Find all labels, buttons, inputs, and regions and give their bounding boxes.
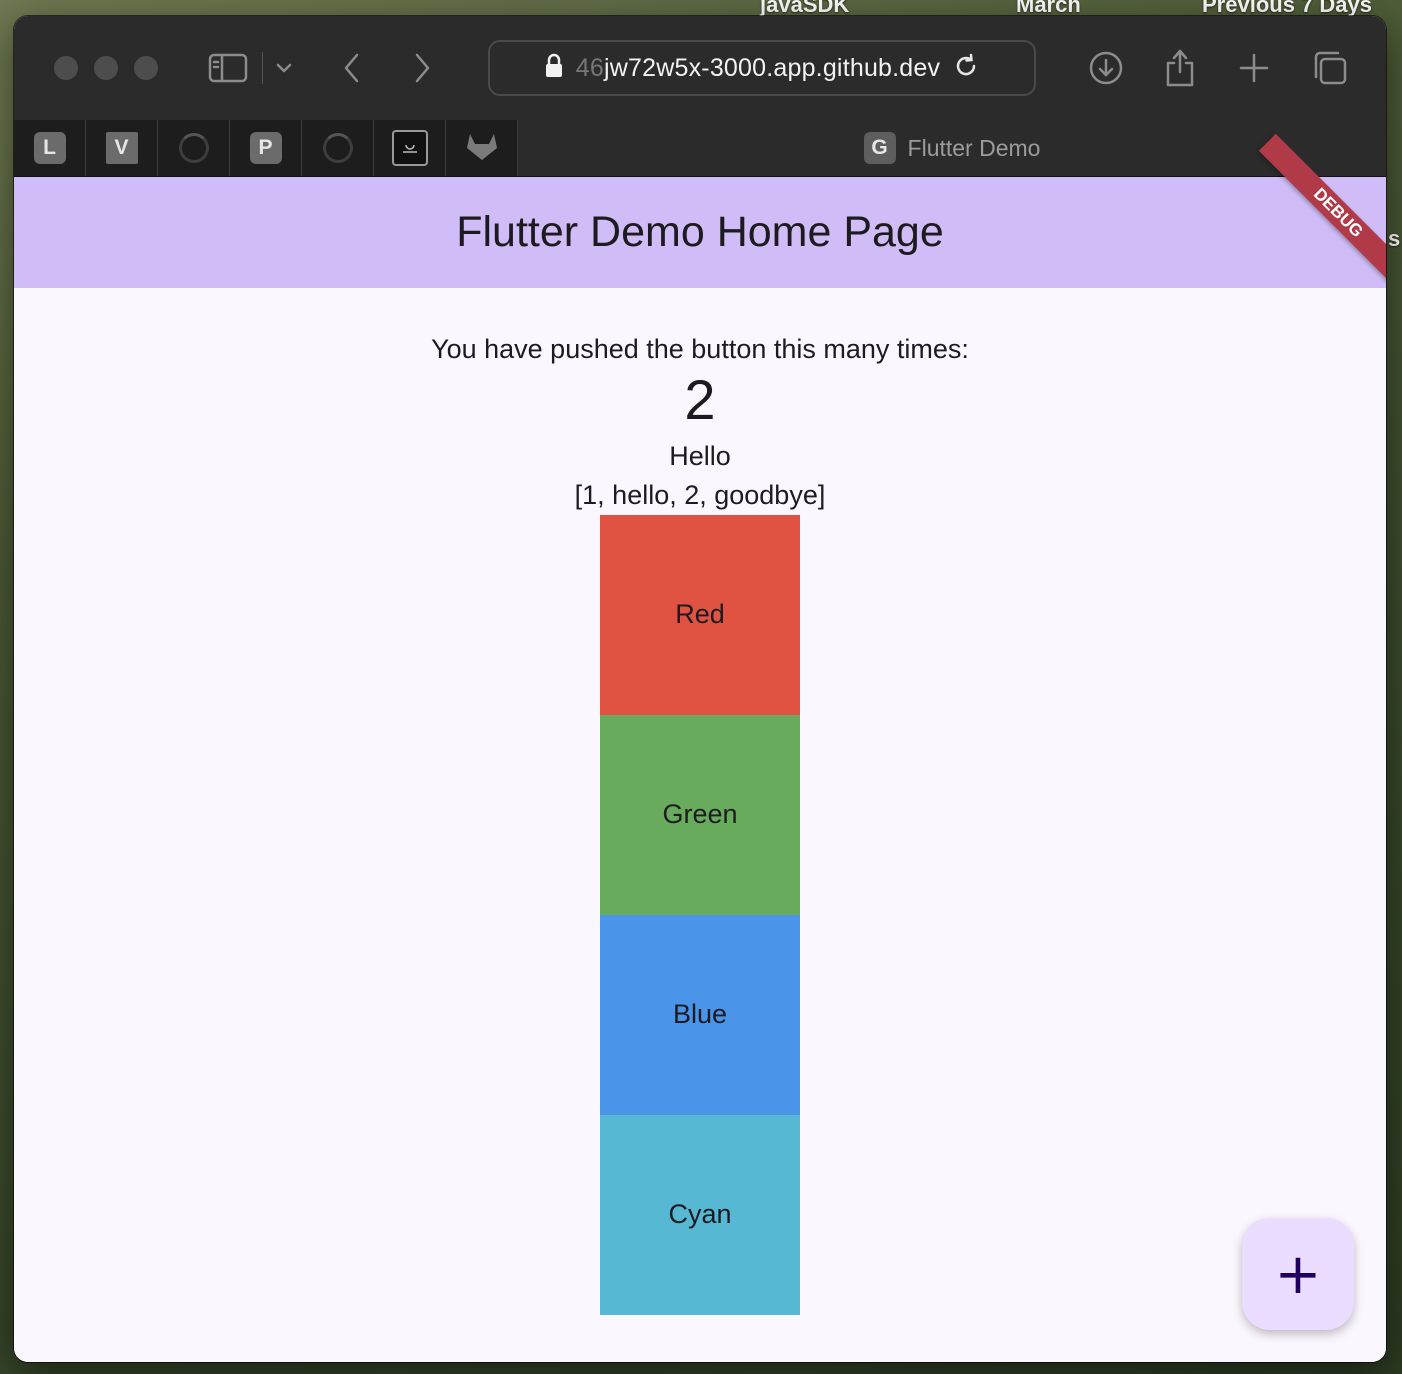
- pinned-tab-gitlab[interactable]: [446, 120, 518, 176]
- back-icon[interactable]: [332, 48, 372, 88]
- address-bar[interactable]: 46jw72w5x-3000.app.github.dev: [488, 40, 1036, 96]
- pinned-tabs: L V P: [14, 120, 518, 176]
- forward-icon[interactable]: [402, 48, 442, 88]
- main-column: You have pushed the button this many tim…: [14, 288, 1386, 1315]
- color-box-blue: Blue: [600, 914, 800, 1115]
- tab-title: Flutter Demo: [907, 134, 1041, 161]
- toolbar-divider: [262, 52, 263, 84]
- color-box-cyan: Cyan: [600, 1114, 800, 1315]
- page-body: You have pushed the button this many tim…: [14, 288, 1386, 1362]
- g-favicon-icon: G: [863, 132, 896, 164]
- minimize-window-button[interactable]: [94, 56, 118, 80]
- color-box-label: Green: [662, 799, 738, 830]
- app-bar: Flutter Demo Home Page DEBUG: [14, 133, 1386, 293]
- hello-text: Hello: [669, 440, 731, 471]
- browser-window: 46jw72w5x-3000.app.github.dev L V P G Fl…: [14, 16, 1386, 1362]
- share-icon[interactable]: [1160, 48, 1200, 88]
- color-box-label: Blue: [672, 999, 728, 1030]
- color-box-green: Green: [600, 714, 800, 915]
- sidebar-toggle-icon[interactable]: [208, 48, 248, 88]
- loading-spinner-icon: [178, 133, 209, 163]
- desktop-label-side: s: [1388, 226, 1401, 251]
- list-text: [1, hello, 2, goodbye]: [574, 479, 826, 510]
- p-favicon-icon: P: [249, 132, 282, 164]
- pinned-tab-loading-2[interactable]: [302, 120, 374, 176]
- v-favicon-icon: V: [105, 132, 138, 164]
- l-favicon-icon: L: [33, 132, 66, 164]
- color-box-label: Red: [675, 599, 725, 630]
- browser-toolbar: 46jw72w5x-3000.app.github.dev: [14, 16, 1386, 120]
- gitlab-icon: [465, 130, 499, 167]
- counter-message: You have pushed the button this many tim…: [431, 334, 969, 364]
- window-controls: [54, 56, 158, 80]
- url-text: 46jw72w5x-3000.app.github.dev: [575, 53, 941, 82]
- page-title: Flutter Demo Home Page: [456, 208, 944, 256]
- plus-icon: +: [1274, 1241, 1322, 1307]
- premiere-logo-icon: [391, 130, 428, 166]
- close-window-button[interactable]: [54, 56, 78, 80]
- lock-icon: [544, 53, 564, 84]
- pinned-tab-loading-1[interactable]: [158, 120, 230, 176]
- color-boxes: Red Green Blue Cyan: [600, 514, 800, 1315]
- color-box-label: Cyan: [668, 1199, 732, 1230]
- tab-flutter-demo[interactable]: G Flutter Demo: [518, 120, 1386, 176]
- tab-overview-icon[interactable]: [1310, 48, 1350, 88]
- new-tab-icon[interactable]: [1234, 48, 1274, 88]
- pinned-tab-l[interactable]: L: [14, 120, 86, 176]
- reload-icon[interactable]: [952, 52, 980, 85]
- download-icon[interactable]: [1086, 48, 1126, 88]
- color-box-red: Red: [600, 514, 800, 715]
- zoom-window-button[interactable]: [134, 56, 158, 80]
- tab-bar: L V P G Flutter Demo: [14, 120, 1386, 177]
- pinned-tab-p[interactable]: P: [230, 120, 302, 176]
- pinned-tab-premiere[interactable]: [374, 120, 446, 176]
- increment-fab-button[interactable]: +: [1242, 1218, 1354, 1330]
- loading-spinner-icon: [322, 133, 353, 163]
- counter-value: 2: [684, 368, 716, 431]
- chevron-down-icon[interactable]: [264, 48, 304, 88]
- pinned-tab-v[interactable]: V: [86, 120, 158, 176]
